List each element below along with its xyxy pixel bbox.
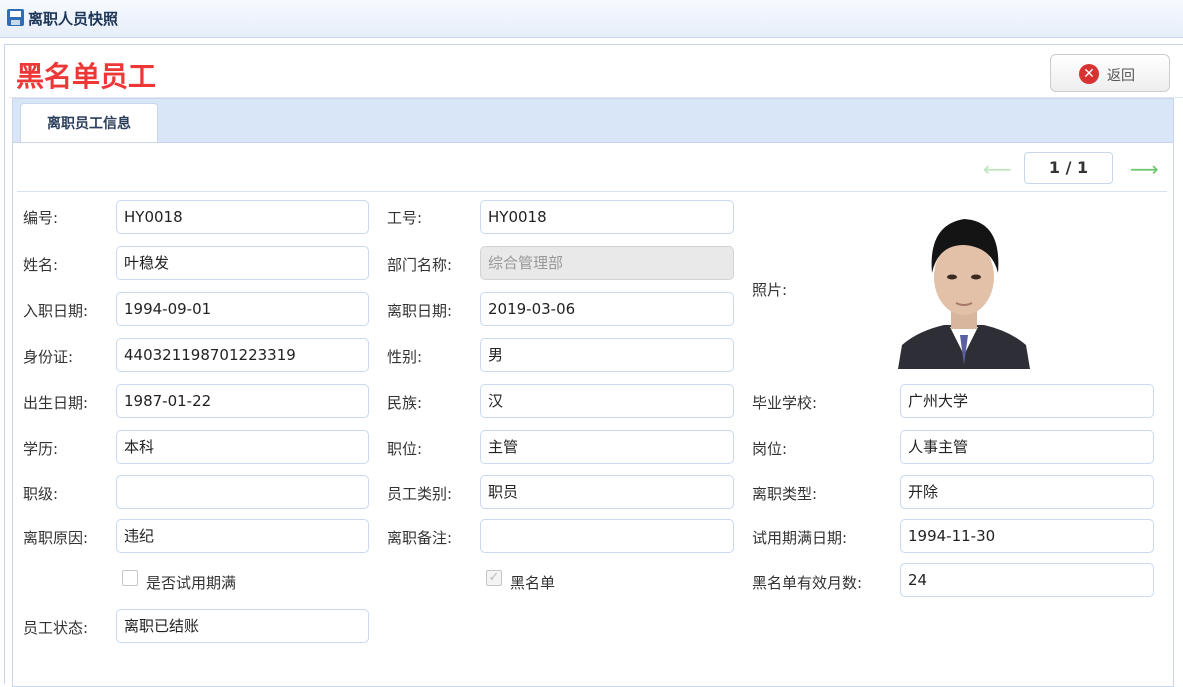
id-card-label: 身份证: bbox=[23, 348, 74, 366]
hire-date-field[interactable]: 1994-09-01 bbox=[116, 292, 369, 326]
leave-note-label: 离职备注: bbox=[387, 529, 453, 547]
leave-date-field[interactable]: 2019-03-06 bbox=[480, 292, 734, 326]
return-button-label: 返回 bbox=[1107, 68, 1135, 84]
ethnic-label: 民族: bbox=[387, 394, 423, 412]
birth-date-label: 出生日期: bbox=[23, 394, 89, 412]
gender-label: 性别: bbox=[387, 348, 423, 366]
status-label: 员工状态: bbox=[23, 619, 89, 637]
leave-note-field[interactable] bbox=[480, 519, 734, 553]
leave-date-label: 离职日期: bbox=[387, 302, 453, 320]
position-field[interactable]: 主管 bbox=[480, 430, 734, 464]
dept-field: 综合管理部 bbox=[480, 246, 734, 280]
birth-date-field[interactable]: 1987-01-22 bbox=[116, 384, 369, 418]
position-label: 职位: bbox=[387, 440, 423, 458]
arrow-right-icon[interactable]: ⟶ bbox=[1130, 157, 1159, 181]
probation-end-label: 试用期满日期: bbox=[752, 529, 848, 547]
tab-strip bbox=[12, 98, 1174, 142]
level-field[interactable] bbox=[116, 475, 369, 509]
school-field[interactable]: 广州大学 bbox=[900, 384, 1154, 418]
portrait-image bbox=[898, 195, 1030, 369]
level-label: 职级: bbox=[23, 485, 59, 503]
emp-no-field[interactable]: HY0018 bbox=[480, 200, 734, 234]
emp-no-label: 工号: bbox=[387, 209, 423, 227]
post-label: 岗位: bbox=[752, 440, 788, 458]
name-label: 姓名: bbox=[23, 256, 59, 274]
education-field[interactable]: 本科 bbox=[116, 430, 369, 464]
blacklist-check-label: 黑名单 bbox=[510, 574, 556, 592]
leave-type-field[interactable]: 开除 bbox=[900, 475, 1154, 509]
window-title: 离职人员快照 bbox=[28, 10, 119, 28]
close-circle-icon: ✕ bbox=[1079, 64, 1099, 84]
gender-field[interactable]: 男 bbox=[480, 338, 734, 372]
blacklist-months-field[interactable]: 24 bbox=[900, 563, 1154, 597]
school-label: 毕业学校: bbox=[752, 394, 818, 412]
employee-photo bbox=[898, 195, 1030, 369]
status-field[interactable]: 离职已结账 bbox=[116, 609, 369, 643]
leave-reason-field[interactable]: 违纪 bbox=[116, 519, 369, 553]
dept-label: 部门名称: bbox=[387, 256, 453, 274]
page-header bbox=[9, 48, 1183, 98]
probation-check-label: 是否试用期满 bbox=[146, 574, 237, 592]
tab-employee-info[interactable]: 离职员工信息 bbox=[20, 103, 158, 144]
window-title-bar: 离职人员快照 bbox=[0, 0, 1183, 38]
education-label: 学历: bbox=[23, 440, 59, 458]
leave-reason-label: 离职原因: bbox=[23, 529, 89, 547]
probation-checkbox[interactable] bbox=[122, 570, 138, 586]
blacklist-checkbox[interactable]: ✓ bbox=[486, 570, 502, 586]
arrow-left-icon[interactable]: ⟵ bbox=[983, 157, 1012, 181]
hire-date-label: 入职日期: bbox=[23, 302, 89, 320]
return-button[interactable]: ✕ 返回 bbox=[1050, 54, 1170, 92]
blacklist-months-label: 黑名单有效月数: bbox=[752, 574, 863, 592]
code-field[interactable]: HY0018 bbox=[116, 200, 369, 234]
probation-end-field[interactable]: 1994-11-30 bbox=[900, 519, 1154, 553]
id-card-field[interactable]: 440321198701223319 bbox=[116, 338, 369, 372]
pager-indicator: 1 / 1 bbox=[1024, 152, 1113, 184]
page-title: 黑名单员工 bbox=[16, 60, 157, 93]
leave-type-label: 离职类型: bbox=[752, 485, 818, 503]
ethnic-field[interactable]: 汉 bbox=[480, 384, 734, 418]
save-icon bbox=[7, 9, 24, 26]
photo-label: 照片: bbox=[752, 281, 788, 299]
employee-type-field[interactable]: 职员 bbox=[480, 475, 734, 509]
employee-type-label: 员工类别: bbox=[387, 485, 453, 503]
code-label: 编号: bbox=[23, 209, 59, 227]
post-field[interactable]: 人事主管 bbox=[900, 430, 1154, 464]
name-field[interactable]: 叶稳发 bbox=[116, 246, 369, 280]
